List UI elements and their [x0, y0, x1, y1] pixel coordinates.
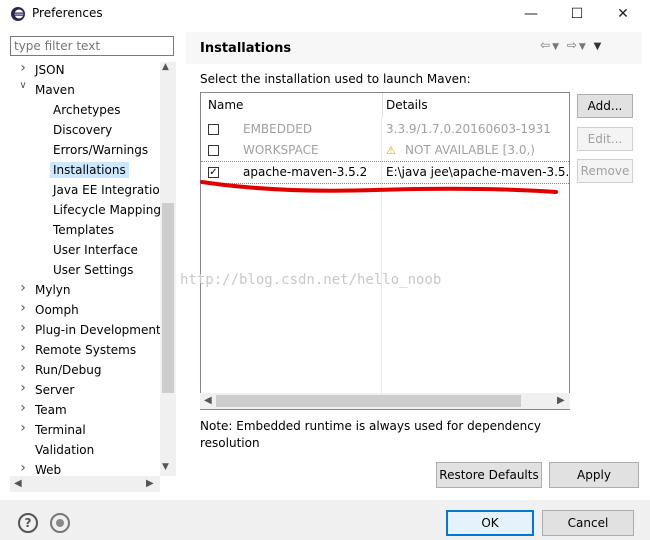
installation-name: WORKSPACE: [243, 143, 319, 157]
chevron-down-icon[interactable]: ▼: [552, 42, 561, 52]
filter-input[interactable]: [10, 36, 174, 56]
tree-item-label: Oomph: [35, 303, 79, 317]
tree-item-label: Run/Debug: [35, 363, 102, 377]
instructions-label: Select the installation used to launch M…: [200, 72, 471, 86]
ok-button[interactable]: OK: [446, 510, 534, 536]
history-navigation[interactable]: ⇦▼ ⇨▼ ▼: [540, 38, 603, 52]
tree-item-label: Discovery: [53, 123, 113, 137]
cancel-button[interactable]: Cancel: [542, 510, 634, 536]
tree-scroll-thumb[interactable]: [162, 203, 174, 393]
installations-table: Name Details EMBEDDED 3.3.9/1.7.0.2016060…: [200, 92, 570, 410]
chevron-right-icon[interactable]: ›: [18, 420, 28, 440]
tree-item-json[interactable]: JSON: [32, 60, 68, 80]
tree-item-remote-systems[interactable]: Remote Systems: [32, 340, 139, 360]
tree-item-label: Templates: [53, 223, 115, 237]
tree-item-label: Remote Systems: [35, 343, 137, 357]
tree-item-label: Installations: [50, 162, 129, 178]
tree-item-mylyn[interactable]: Mylyn: [32, 280, 74, 300]
tree-horizontal-scrollbar[interactable]: [10, 476, 160, 492]
column-divider: [382, 93, 383, 117]
tree-item-terminal[interactable]: Terminal: [32, 420, 89, 440]
tree-item-label: Mylyn: [35, 283, 71, 297]
tree-item-label: Validation: [35, 443, 95, 457]
tree-item-label: Archetypes: [53, 103, 121, 117]
tree-item-label: Team: [35, 403, 67, 417]
installation-name: EMBEDDED: [243, 122, 313, 136]
row-checkbox[interactable]: [208, 145, 219, 156]
edit-button[interactable]: Edit...: [577, 127, 633, 151]
tree-item-installations[interactable]: Installations: [50, 160, 129, 180]
scroll-right-icon[interactable]: ▶: [557, 395, 565, 406]
installation-details: 3.3.9/1.7.0.20160603-1931: [386, 122, 551, 136]
scroll-down-icon[interactable]: ▼: [162, 462, 169, 472]
tree-item-label: Terminal: [35, 423, 86, 437]
column-header-name[interactable]: Name: [208, 93, 243, 117]
table-scroll-thumb[interactable]: [216, 395, 521, 407]
tree-item-discovery[interactable]: Discovery: [50, 120, 115, 140]
chevron-down-icon[interactable]: ∨: [18, 80, 28, 100]
column-header-details[interactable]: Details: [386, 93, 428, 117]
preferences-tree: JSON › Maven ∨ Archetypes Discovery Errors/War…: [10, 60, 176, 492]
tree-item-user-settings[interactable]: User Settings: [50, 260, 136, 280]
add-button[interactable]: Add...: [577, 94, 633, 118]
chevron-right-icon[interactable]: ›: [18, 280, 28, 300]
tree-item-label: User Settings: [53, 263, 134, 277]
tree-item-errors-warnings[interactable]: Errors/Warnings: [50, 140, 151, 160]
chevron-right-icon[interactable]: ›: [18, 360, 28, 380]
scroll-up-icon[interactable]: ▲: [162, 62, 169, 72]
back-icon[interactable]: ⇦: [540, 38, 552, 52]
tree-item-team[interactable]: Team: [32, 400, 70, 420]
view-menu-icon[interactable]: ▼: [594, 41, 604, 52]
minimize-button[interactable]: —: [508, 0, 554, 28]
table-row[interactable]: WORKSPACE ⚠ NOT AVAILABLE [3.0,): [201, 140, 569, 161]
installation-details: NOT AVAILABLE [3.0,): [405, 143, 535, 157]
restore-defaults-button[interactable]: Restore Defaults: [436, 462, 542, 488]
chevron-down-icon[interactable]: ▼: [579, 42, 588, 52]
tree-item-label: Lifecycle Mappings: [53, 203, 168, 217]
chevron-right-icon[interactable]: ›: [18, 300, 28, 320]
tree-item-label: Server: [35, 383, 75, 397]
tree-item-templates[interactable]: Templates: [50, 220, 117, 240]
close-button[interactable]: ✕: [600, 0, 646, 28]
chevron-right-icon[interactable]: ›: [18, 340, 28, 360]
watermark-text: http://blog.csdn.net/hello_noob: [180, 272, 442, 288]
scroll-right-icon[interactable]: ▶: [146, 478, 154, 489]
window-title: Preferences: [32, 6, 103, 20]
chevron-right-icon[interactable]: ›: [18, 400, 28, 420]
help-icon[interactable]: ?: [18, 513, 38, 533]
tree-item-label: User Interface: [53, 243, 138, 257]
chevron-right-icon[interactable]: ›: [18, 320, 28, 340]
maximize-button[interactable]: ☐: [554, 0, 600, 28]
remove-button[interactable]: Remove: [577, 159, 633, 183]
warning-icon: ⚠: [386, 144, 396, 157]
red-annotation-underline: [200, 180, 558, 194]
tree-item-label: JSON: [35, 63, 65, 77]
tree-item-lifecycle-mappings[interactable]: Lifecycle Mappings: [50, 200, 170, 220]
tree-item-java-ee-integration[interactable]: Java EE Integration: [50, 180, 170, 200]
tree-item-oomph[interactable]: Oomph: [32, 300, 82, 320]
tree-item-server[interactable]: Server: [32, 380, 77, 400]
tree-item-label: Plug-in Development: [35, 323, 161, 337]
row-checkbox[interactable]: [208, 124, 219, 135]
chevron-right-icon[interactable]: ›: [18, 380, 28, 400]
tree-item-user-interface[interactable]: User Interface: [50, 240, 141, 260]
note-text: Note: Embedded runtime is always used fo…: [200, 419, 541, 450]
scroll-left-icon[interactable]: ◀: [14, 478, 22, 489]
tree-item-label: Errors/Warnings: [53, 143, 149, 157]
eclipse-app-icon: [11, 7, 25, 21]
page-title: Installations: [200, 41, 292, 56]
tree-item-archetypes[interactable]: Archetypes: [50, 100, 124, 120]
tree-item-plug-in-development[interactable]: Plug-in Development: [32, 320, 164, 340]
apply-button[interactable]: Apply: [549, 462, 639, 488]
tree-item-label: Maven: [35, 83, 75, 97]
scroll-left-icon[interactable]: ◀: [204, 395, 212, 406]
forward-icon[interactable]: ⇨: [567, 38, 579, 52]
tree-item-run-debug[interactable]: Run/Debug: [32, 360, 105, 380]
tree-item-validation[interactable]: Validation: [32, 440, 97, 460]
record-dot: [56, 519, 64, 527]
table-row[interactable]: EMBEDDED 3.3.9/1.7.0.20160603-1931: [201, 119, 569, 140]
tree-item-label: Java EE Integration: [53, 183, 168, 197]
tree-item-maven[interactable]: Maven: [32, 80, 78, 100]
chevron-right-icon[interactable]: ›: [18, 60, 28, 80]
